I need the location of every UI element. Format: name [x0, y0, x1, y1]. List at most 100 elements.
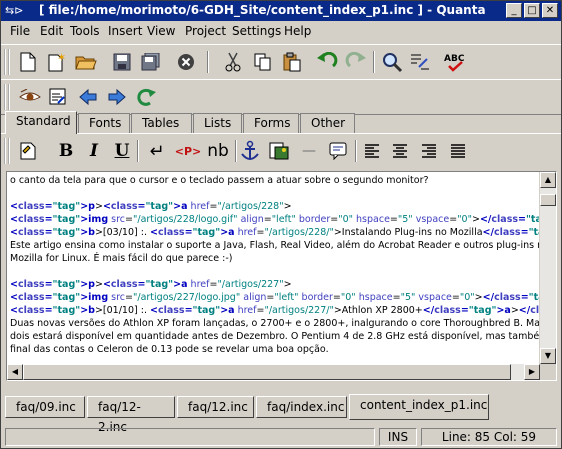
paste-icon[interactable] — [279, 49, 305, 75]
status-message — [5, 428, 375, 446]
close-window-button[interactable]: ✕ — [542, 3, 558, 18]
horizontal-scrollbar[interactable]: ◀ ▶ — [7, 364, 540, 380]
save-all-icon[interactable] — [138, 49, 164, 75]
app-menu-icon[interactable]: ⇆⊳ — [5, 4, 33, 18]
vertical-scroll-thumb[interactable] — [540, 194, 556, 206]
file-tab[interactable]: faq/09.inc — [5, 396, 85, 418]
toolbar-handle[interactable] — [4, 84, 10, 110]
underline-button[interactable]: U — [109, 138, 135, 164]
quickstart-icon[interactable] — [15, 138, 41, 164]
menu-insert[interactable]: Insert — [108, 24, 142, 38]
title-bar[interactable]: ⇆⊳ [ file:/home/morimoto/6-GDH_Site/cont… — [1, 1, 561, 21]
tab-forms[interactable]: Forms — [243, 113, 299, 133]
menu-view[interactable]: View — [147, 24, 175, 38]
align-center-icon[interactable] — [387, 138, 413, 164]
line-break-button[interactable]: ↵ — [144, 138, 170, 164]
scroll-corner — [540, 364, 556, 380]
new-file-icon[interactable] — [15, 49, 41, 75]
status-bar: INS Line: 85 Col: 59 — [1, 426, 561, 448]
file-tabs: faq/09.inc faq/12-2.inc faq/12.inc faq/i… — [1, 394, 561, 434]
italic-button[interactable]: I — [81, 138, 107, 164]
code-line[interactable]: <class="tag">img src="/artigos/227/logo.… — [10, 291, 556, 304]
maximize-button[interactable]: □ — [524, 3, 540, 18]
code-line[interactable]: Este artigo ensina como instalar o supor… — [10, 239, 549, 252]
vertical-scrollbar[interactable]: ▲ ▼ — [539, 172, 556, 364]
align-justify-icon[interactable] — [445, 138, 471, 164]
code-line[interactable]: ​ — [10, 187, 538, 200]
file-tab-active[interactable]: content_index_p1.inc — [349, 394, 489, 420]
align-right-icon[interactable] — [416, 138, 442, 164]
find-icon[interactable] — [379, 49, 405, 75]
tab-standard[interactable]: Standard — [5, 111, 77, 134]
code-editor[interactable]: o canto da tela para que o cursor e o te… — [6, 171, 557, 381]
code-line[interactable]: Mozilla for Linux. É mais fácil do que p… — [10, 252, 538, 265]
code-line[interactable]: <class="tag">b>[01/10] :. <class="tag">a… — [10, 304, 556, 317]
tag-tabs: Standard Fonts Tables Lists Forms Other — [1, 111, 561, 134]
tab-lists[interactable]: Lists — [193, 113, 242, 133]
copy-icon[interactable] — [250, 49, 276, 75]
new-window-icon[interactable]: ✶ — [44, 49, 70, 75]
nbsp-button[interactable]: nb — [203, 138, 233, 164]
insert-mode-indicator: INS — [379, 428, 417, 446]
back-arrow-icon[interactable] — [75, 84, 101, 110]
scroll-down-button[interactable]: ▼ — [540, 348, 556, 364]
paragraph-button[interactable]: <P> — [173, 138, 203, 164]
tab-other[interactable]: Other — [300, 113, 355, 133]
save-icon[interactable] — [109, 49, 135, 75]
code-line[interactable]: final das contas o Celeron de 0.13 pode … — [10, 343, 538, 356]
window-title: [ file:/home/morimoto/6-GDH_Site/content… — [39, 3, 486, 17]
align-left-icon[interactable] — [359, 138, 385, 164]
code-line[interactable]: <class="tag">img src="/artigos/228/logo.… — [10, 213, 556, 226]
cursor-position: Line: 85 Col: 59 — [421, 428, 557, 446]
toolbar-separator — [137, 140, 139, 162]
svg-text:✶: ✶ — [57, 52, 66, 64]
minimize-button[interactable]: _ — [506, 3, 522, 18]
tab-fonts[interactable]: Fonts — [78, 113, 130, 133]
file-tab[interactable]: faq/12-2.inc — [87, 396, 175, 434]
spellcheck-icon[interactable]: ABC — [442, 49, 468, 75]
code-line[interactable]: Duas novas versões do Athlon XP foram la… — [10, 317, 556, 330]
code-line[interactable]: ​ — [10, 265, 538, 278]
cut-icon[interactable] — [220, 49, 246, 75]
horizontal-scroll-thumb[interactable] — [23, 364, 511, 380]
code-line[interactable]: <class="tag">p><class="tag">a href="/art… — [10, 278, 538, 291]
reload-icon[interactable] — [133, 84, 159, 110]
scroll-left-button[interactable]: ◀ — [7, 364, 23, 380]
code-line[interactable]: <class="tag">p><class="tag">a href="/art… — [10, 200, 538, 213]
forward-arrow-icon[interactable] — [104, 84, 130, 110]
code-line[interactable]: o canto da tela para que o cursor e o te… — [10, 174, 538, 187]
file-tab[interactable]: faq/12.inc — [177, 396, 254, 418]
toolbar-handle[interactable] — [4, 138, 10, 164]
menu-edit[interactable]: Edit — [40, 24, 63, 38]
format-toolbar: B I U ↵ <P> nb — — [1, 133, 561, 171]
image-icon[interactable] — [266, 138, 292, 164]
bold-button[interactable]: B — [53, 138, 79, 164]
view-source-icon[interactable] — [45, 84, 71, 110]
open-folder-icon[interactable] — [73, 49, 99, 75]
horizontal-rule-button[interactable]: — — [296, 138, 322, 164]
code-line[interactable]: <class="tag">b>[03/10] :. <class="tag">a… — [10, 226, 556, 239]
toolbar-separator — [373, 51, 375, 73]
menu-help[interactable]: Help — [284, 24, 311, 38]
toolbar-handle[interactable] — [4, 49, 10, 75]
menu-tools[interactable]: Tools — [70, 24, 100, 38]
undo-icon[interactable] — [314, 49, 340, 75]
scroll-right-button[interactable]: ▶ — [524, 364, 540, 380]
comment-icon[interactable] — [325, 138, 351, 164]
scroll-up-button[interactable]: ▲ — [540, 172, 556, 188]
menu-bar: File Edit Tools Insert View Project Sett… — [1, 22, 561, 42]
close-file-icon[interactable] — [173, 49, 199, 75]
file-tab[interactable]: faq/index.inc — [256, 396, 347, 418]
redo-icon[interactable] — [343, 49, 369, 75]
tab-tables[interactable]: Tables — [131, 113, 192, 133]
code-line[interactable]: dois estará disponível em quantidade ant… — [10, 330, 556, 343]
anchor-icon[interactable] — [237, 138, 263, 164]
preview-eye-icon[interactable] — [17, 84, 43, 110]
menu-settings[interactable]: Settings — [232, 24, 281, 38]
quanta-window: ⇆⊳ [ file:/home/morimoto/6-GDH_Site/cont… — [0, 0, 562, 449]
code-text[interactable]: o canto da tela para que o cursor e o te… — [10, 174, 556, 380]
menu-project[interactable]: Project — [185, 24, 226, 38]
find-replace-icon[interactable] — [407, 49, 433, 75]
main-toolbar: ✶ ABC — [1, 44, 561, 80]
menu-file[interactable]: File — [10, 24, 30, 38]
